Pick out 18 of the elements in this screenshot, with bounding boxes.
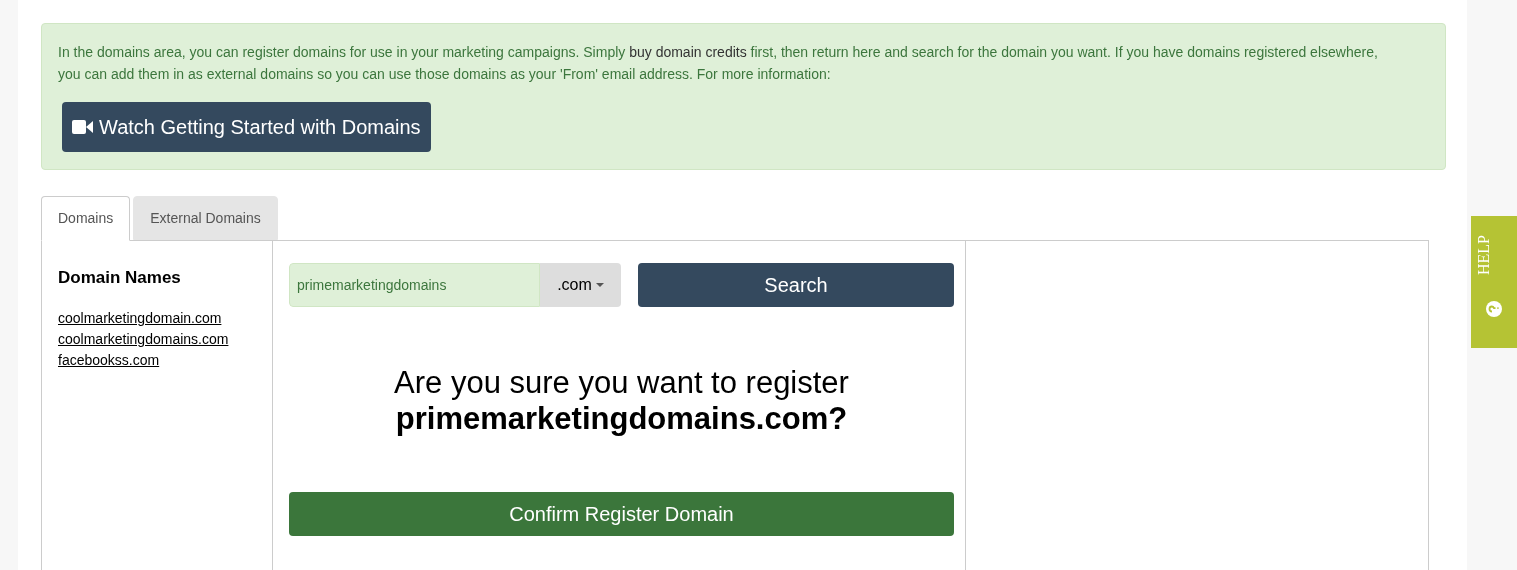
info-text: In the domains area, you can register domains for use in your marketing campaigns. Simply buy domain credits first, then return here and search for the domain you want. If you have domains registered elsewhere, you can add them in as external domains so you can use those domains as your 'From' email address. For more information: [58, 43, 1379, 84]
search-button[interactable]: Search [638, 263, 954, 307]
domain-name-text: primemarketingdomains.com? [395, 401, 848, 437]
video-camera-icon [72, 120, 93, 134]
domain-link[interactable]: coolmarketingdomains.com [58, 328, 229, 350]
tab[interactable]: Domains [41, 196, 131, 241]
confirm-question: Are you sure you want to register [394, 365, 849, 401]
tld-dropdown[interactable]: .com [540, 263, 621, 307]
video-button[interactable]: Watch Getting Started with Domains [62, 102, 431, 152]
domain-search-field[interactable]: primemarketingdomains [289, 263, 540, 307]
caret-icon [595, 283, 604, 287]
buy-credits-link[interactable]: buy domain credits [629, 44, 747, 60]
tab[interactable]: External Domains [133, 196, 278, 240]
question-icon [1486, 301, 1502, 317]
sidebar-title: Domain Names [58, 267, 182, 289]
domain-link[interactable]: coolmarketingdomain.com [58, 307, 222, 329]
confirm-register-button[interactable]: Confirm Register Domain [289, 492, 954, 536]
domain-link[interactable]: facebookss.com [58, 349, 160, 371]
